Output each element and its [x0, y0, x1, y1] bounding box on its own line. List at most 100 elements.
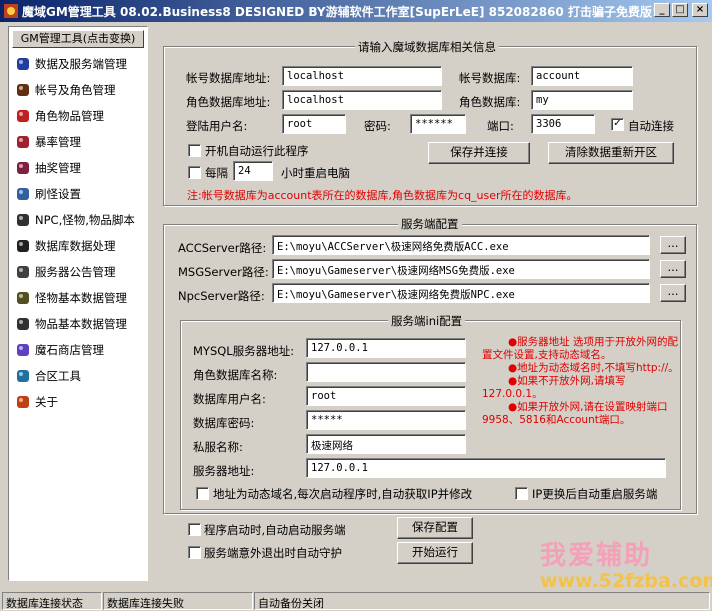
reboot-checkbox[interactable] — [188, 166, 201, 179]
minimize-button[interactable]: _ — [654, 3, 670, 17]
merge-icon — [17, 370, 29, 382]
guard-server-checkbox[interactable] — [188, 546, 201, 559]
sidebar-item[interactable]: 怪物基本数据管理 — [15, 287, 145, 309]
clear-data-button[interactable]: 清除数据重新开区 — [548, 142, 674, 164]
sidebar-item-label: NPC,怪物,物品脚本 — [35, 213, 135, 227]
account-db-address-input[interactable]: localhost — [282, 66, 442, 86]
ini-help-line: ●如果开放外网,请在设置映射端口9958、5816和Account端口。 — [482, 401, 668, 426]
msg-server-path-input[interactable]: E:\moyu\Gameserver\极速网络MSG免费版.exe — [272, 259, 650, 279]
ip-restart-checkbox[interactable] — [515, 487, 528, 500]
item-data-icon — [17, 318, 29, 330]
autoconnect-label: 自动连接 — [628, 119, 674, 133]
sidebar-item[interactable]: 服务器公告管理 — [15, 261, 145, 283]
msg-server-label: MSGServer路径: — [178, 265, 269, 279]
ini-group-title: 服务端ini配置 — [388, 313, 466, 329]
server-address-label: 服务器地址: — [193, 464, 255, 478]
database-icon — [17, 58, 29, 70]
sidebar-item-label: 抽奖管理 — [35, 161, 81, 175]
sidebar-item[interactable]: 帐号及角色管理 — [15, 79, 145, 101]
watermark-logo: 我爱辅助 www.52fzba.com — [540, 535, 712, 592]
db-status-label: 数据库连接状态 — [2, 592, 102, 610]
dynamic-ip-checkbox[interactable] — [196, 487, 209, 500]
password-input[interactable]: ****** — [410, 114, 466, 134]
title-bar: 魔域GM管理工具 08.02.Business8 DESIGNED BY游辅软件… — [0, 0, 712, 22]
sidebar-item-label: 帐号及角色管理 — [35, 83, 116, 97]
sidebar-item-label: 角色物品管理 — [35, 109, 104, 123]
sidebar-item[interactable]: 刷怪设置 — [15, 183, 145, 205]
db-password-label: 数据库密码: — [193, 416, 255, 430]
reboot-prefix-label: 每隔 — [205, 166, 228, 180]
npc-server-path-input[interactable]: E:\moyu\Gameserver\极速网络免费版NPC.exe — [272, 283, 650, 303]
port-input[interactable]: 3306 — [531, 114, 595, 134]
role-db-input[interactable]: my — [531, 90, 633, 110]
sidebar-item[interactable]: 关于 — [15, 391, 145, 413]
backup-status: 自动备份关闭 — [254, 592, 710, 610]
sidebar-item-label: 暴率管理 — [35, 135, 81, 149]
auto-start-server-checkbox[interactable] — [188, 523, 201, 536]
sidebar-item[interactable]: 物品基本数据管理 — [15, 313, 145, 335]
private-server-name-input[interactable]: 极速网络 — [306, 434, 466, 454]
autorun-checkbox[interactable] — [188, 144, 201, 157]
db-user-label: 数据库用户名: — [193, 392, 266, 406]
sidebar: GM管理工具(点击变换) 数据及服务端管理帐号及角色管理 角色物品管理 暴率管理抽奖… — [8, 26, 148, 581]
close-button[interactable]: × — [692, 3, 708, 17]
acc-browse-button[interactable]: ... — [660, 236, 686, 254]
acc-server-path-input[interactable]: E:\moyu\ACCServer\极速网络免费版ACC.exe — [272, 235, 650, 255]
db-user-input[interactable]: root — [306, 386, 466, 406]
autoconnect-checkbox[interactable]: ✓ — [611, 118, 624, 131]
password-label: 密码: — [364, 119, 391, 133]
sidebar-item[interactable]: NPC,怪物,物品脚本 — [15, 209, 145, 231]
sidebar-item[interactable]: 暴率管理 — [15, 131, 145, 153]
mysql-address-label: MYSQL服务器地址: — [193, 344, 295, 358]
drop-rate-icon — [17, 136, 29, 148]
shop-icon — [17, 344, 29, 356]
sidebar-item-label: 怪物基本数据管理 — [35, 291, 127, 305]
save-connect-button[interactable]: 保存并连接 — [428, 142, 530, 164]
mysql-address-input[interactable]: 127.0.0.1 — [306, 338, 466, 358]
sidebar-header-button[interactable]: GM管理工具(点击变换) — [12, 30, 144, 48]
login-user-label: 登陆用户名: — [186, 119, 248, 133]
lottery-icon — [17, 162, 29, 174]
database-group-title: 请输入魔域数据库相关信息 — [355, 39, 499, 55]
db-process-icon — [17, 240, 29, 252]
reboot-suffix-label: 小时重启电脑 — [281, 166, 350, 180]
reboot-hours-input[interactable]: 24 — [233, 161, 273, 181]
db-password-input[interactable]: ***** — [306, 410, 466, 430]
app-icon — [4, 4, 18, 18]
sidebar-item-label: 合区工具 — [35, 369, 81, 383]
sidebar-item[interactable]: 合区工具 — [15, 365, 145, 387]
sidebar-item[interactable]: 抽奖管理 — [15, 157, 145, 179]
account-db-label: 帐号数据库: — [459, 71, 521, 85]
autorun-label: 开机自动运行此程序 — [205, 144, 309, 158]
save-config-button[interactable]: 保存配置 — [397, 517, 473, 539]
server-address-input[interactable]: 127.0.0.1 — [306, 458, 666, 478]
sidebar-item[interactable]: 魔石商店管理 — [15, 339, 145, 361]
spawn-icon — [17, 188, 29, 200]
login-user-input[interactable]: root — [282, 114, 346, 134]
announcement-icon — [17, 266, 29, 278]
npc-server-label: NpcServer路径: — [178, 289, 265, 303]
item-icon — [17, 110, 29, 122]
window-title: 魔域GM管理工具 08.02.Business8 DESIGNED BY游辅软件… — [22, 5, 658, 19]
status-bar: 数据库连接状态 数据库连接失败 自动备份关闭 — [0, 590, 712, 611]
msg-browse-button[interactable]: ... — [660, 260, 686, 278]
maximize-button[interactable]: □ — [672, 3, 688, 17]
db-status-value: 数据库连接失败 — [103, 592, 253, 610]
sidebar-item[interactable]: 数据库数据处理 — [15, 235, 145, 257]
sidebar-item[interactable]: 数据及服务端管理 — [15, 53, 145, 75]
sidebar-item[interactable]: 角色物品管理 — [15, 105, 145, 127]
npc-browse-button[interactable]: ... — [660, 284, 686, 302]
role-db-name-input[interactable] — [306, 362, 466, 382]
account-db-address-label: 帐号数据库地址: — [186, 71, 271, 85]
watermark-line1: 我爱辅助 — [540, 541, 653, 571]
watermark-line2: www.52fzba.com — [540, 570, 712, 592]
sidebar-item-label: 刷怪设置 — [35, 187, 81, 201]
acc-server-label: ACCServer路径: — [178, 241, 267, 255]
ini-help-text: ●服务器地址 选项用于开放外网的配置文件设置,支持动态域名。 ●地址为动态域名时… — [482, 336, 680, 427]
character-icon — [17, 84, 29, 96]
start-run-button[interactable]: 开始运行 — [397, 542, 473, 564]
sidebar-item-label: 数据库数据处理 — [35, 239, 116, 253]
account-db-input[interactable]: account — [531, 66, 633, 86]
role-db-address-input[interactable]: localhost — [282, 90, 442, 110]
port-label: 端口: — [487, 119, 514, 133]
